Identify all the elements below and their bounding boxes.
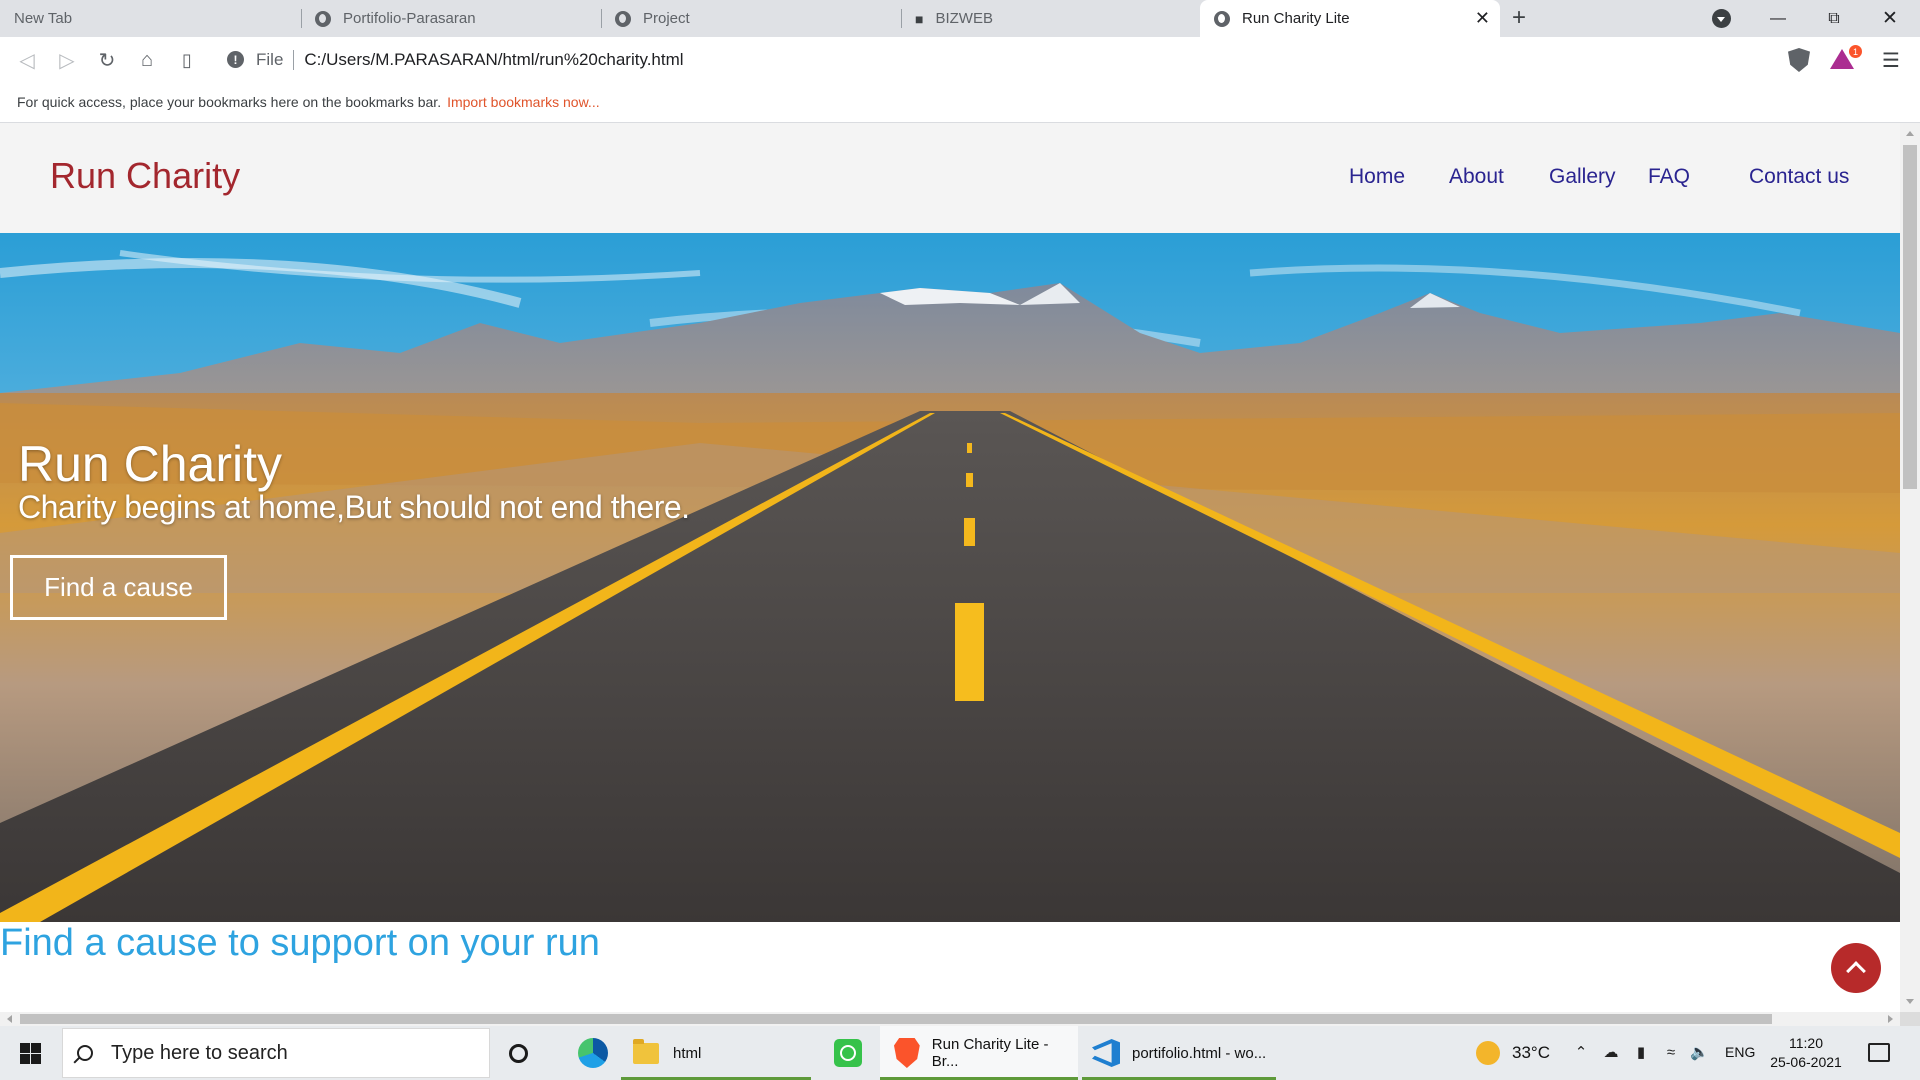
clock-time: 11:20 — [1789, 1035, 1823, 1051]
hero-title: Run Charity — [18, 436, 282, 492]
truck-icon: ■ — [915, 10, 924, 27]
page-viewport: Run Charity Home About Gallery FAQ Conta… — [0, 123, 1900, 1012]
site-navbar: Run Charity Home About Gallery FAQ Conta… — [0, 123, 1900, 233]
restore-button[interactable]: ⧉ — [1806, 0, 1862, 37]
tab-project[interactable]: Project — [601, 0, 901, 37]
back-button[interactable]: ◁ — [12, 45, 42, 75]
tab-new-tab[interactable]: New Tab — [0, 0, 301, 37]
folder-icon — [633, 1038, 659, 1064]
window-close-button[interactable]: ✕ — [1862, 0, 1918, 37]
scroll-to-top-button[interactable] — [1831, 943, 1881, 993]
tab-label: BIZWEB — [935, 10, 993, 27]
scroll-down-arrow[interactable] — [1906, 999, 1914, 1004]
bookmark-icon[interactable]: ▯ — [172, 45, 202, 75]
tab-label: Run Charity Lite — [1242, 10, 1350, 27]
url-text[interactable]: C:/Users/M.PARASARAN/html/run%20charity.… — [304, 50, 683, 70]
import-bookmarks-link[interactable]: Import bookmarks now... — [447, 94, 600, 110]
hero-road-image — [0, 233, 1900, 922]
clock-date: 25-06-2021 — [1770, 1054, 1842, 1070]
hero-banner: Run Charity Charity begins at home,But s… — [0, 233, 1900, 922]
browser-toolbar: ◁ ▷ ↻ ⌂ ▯ ! File C:/Users/M.PARASARAN/ht… — [0, 37, 1920, 82]
find-cause-button[interactable]: Find a cause — [10, 555, 227, 620]
forward-button[interactable]: ▷ — [52, 45, 82, 75]
tab-label: New Tab — [14, 10, 73, 27]
tab-label: Portifolio-Parasaran — [343, 10, 476, 27]
scroll-up-arrow[interactable] — [1906, 131, 1914, 136]
hero-subtitle: Charity begins at home,But should not en… — [18, 489, 690, 525]
info-icon[interactable]: ! — [227, 51, 244, 68]
tab-search-icon[interactable] — [1712, 9, 1731, 28]
bookmarks-bar: For quick access, place your bookmarks h… — [0, 82, 1920, 123]
edge-icon — [578, 1038, 608, 1068]
rewards-badge: 1 — [1849, 45, 1862, 58]
nav-about[interactable]: About — [1449, 165, 1504, 189]
menu-icon[interactable]: ☰ — [1882, 48, 1900, 73]
tab-run-charity[interactable]: Run Charity Lite ✕ — [1200, 0, 1500, 37]
nav-home[interactable]: Home — [1349, 165, 1405, 189]
nav-gallery[interactable]: Gallery — [1549, 165, 1616, 189]
minimize-button[interactable]: — — [1750, 0, 1806, 37]
site-brand[interactable]: Run Charity — [50, 155, 240, 197]
taskbar-edge[interactable] — [565, 1026, 621, 1080]
vertical-scroll-thumb[interactable] — [1903, 145, 1917, 489]
battery-icon[interactable]: ▮ — [1632, 1045, 1650, 1061]
brave-icon — [894, 1038, 920, 1068]
volume-icon[interactable]: 🔈 — [1690, 1045, 1709, 1061]
weather-temperature: 33°C — [1512, 1043, 1550, 1062]
weather-sun-icon — [1476, 1041, 1500, 1065]
nav-contact[interactable]: Contact us — [1749, 165, 1849, 189]
taskbar-search-box[interactable]: Type here to search — [62, 1028, 490, 1078]
notification-icon[interactable] — [1868, 1043, 1890, 1062]
url-separator — [293, 49, 295, 70]
whatsapp-icon — [834, 1039, 862, 1067]
windows-start-icon[interactable] — [20, 1043, 41, 1064]
onedrive-icon[interactable]: ☁ — [1602, 1045, 1620, 1061]
globe-icon — [315, 10, 331, 27]
reload-button[interactable]: ↻ — [92, 45, 122, 75]
taskbar-whatsapp[interactable] — [820, 1026, 876, 1080]
search-icon — [77, 1045, 93, 1061]
system-clock[interactable]: 11:20 25-06-2021 — [1760, 1034, 1852, 1072]
scrollbar-corner — [1900, 1012, 1920, 1026]
vscode-icon — [1092, 1039, 1120, 1067]
chevron-up-icon[interactable]: ⌃ — [1572, 1045, 1590, 1061]
close-icon[interactable]: ✕ — [1475, 8, 1490, 28]
globe-icon — [615, 10, 631, 27]
taskbar-vscode[interactable]: portifolio.html - wo... — [1082, 1026, 1276, 1080]
section-title: Find a cause to support on your run — [0, 922, 600, 964]
globe-icon — [1214, 10, 1230, 27]
horizontal-scrollbar[interactable] — [0, 1012, 1900, 1026]
new-tab-button[interactable]: + — [1512, 5, 1526, 31]
vertical-scrollbar[interactable] — [1900, 123, 1920, 1012]
scroll-right-arrow[interactable] — [1888, 1015, 1893, 1023]
taskbar-item-label: portifolio.html - wo... — [1132, 1044, 1267, 1062]
tab-label: Project — [643, 10, 690, 27]
tab-bizweb[interactable]: ■ BIZWEB — [901, 0, 1200, 37]
home-button[interactable]: ⌂ — [132, 45, 162, 75]
search-placeholder: Type here to search — [111, 1041, 288, 1064]
browser-tab-strip: New Tab Portifolio-Parasaran Project ■ B… — [0, 0, 1920, 37]
cortana-icon[interactable] — [509, 1044, 528, 1063]
taskbar-brave[interactable]: Run Charity Lite - Br... — [880, 1026, 1078, 1080]
brave-shield-icon[interactable] — [1788, 48, 1810, 72]
horizontal-scroll-thumb[interactable] — [20, 1014, 1772, 1024]
taskbar-item-label: html — [673, 1044, 702, 1062]
bookmarks-message: For quick access, place your bookmarks h… — [17, 94, 442, 110]
weather-widget[interactable]: 33°C — [1476, 1026, 1576, 1080]
windows-taskbar: Type here to search html Run Charity Lit… — [0, 1026, 1920, 1080]
url-scheme: File — [256, 49, 284, 69]
address-bar[interactable]: ! File C:/Users/M.PARASARAN/html/run%20c… — [215, 41, 1775, 78]
wifi-icon[interactable]: ≈ — [1662, 1045, 1680, 1061]
nav-faq[interactable]: FAQ — [1648, 165, 1690, 189]
scroll-left-arrow[interactable] — [7, 1015, 12, 1023]
taskbar-html-folder[interactable]: html — [621, 1026, 811, 1080]
taskbar-item-label: Run Charity Lite - Br... — [931, 1036, 1049, 1070]
language-indicator[interactable]: ENG — [1725, 1044, 1755, 1060]
tab-portfolio[interactable]: Portifolio-Parasaran — [301, 0, 601, 37]
